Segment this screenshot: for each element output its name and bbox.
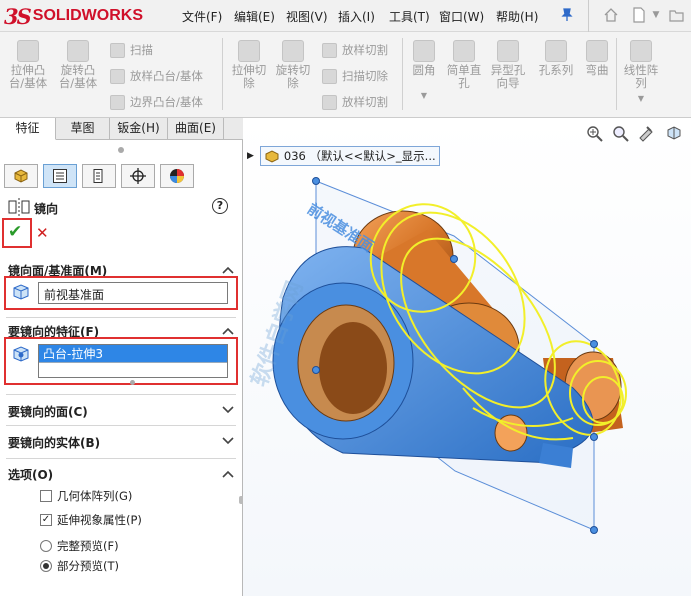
linear-pattern-icon xyxy=(630,40,652,62)
lofted-cut-icon xyxy=(322,42,337,58)
plane-selection-icon xyxy=(13,284,29,300)
configuration-manager-tab[interactable] xyxy=(82,164,116,188)
command-tabs: 特征 草图 钣金(H) 曲面(E) xyxy=(0,118,243,140)
full-preview-option[interactable]: 完整预览(F) xyxy=(40,538,119,554)
extruded-cut-button[interactable]: 拉伸切 除 xyxy=(228,40,270,90)
display-manager-icon xyxy=(170,169,184,183)
help-button[interactable]: ? xyxy=(212,198,228,214)
flex-icon xyxy=(586,40,608,62)
lofted-cut-button[interactable]: 放样切割 xyxy=(322,42,388,58)
chevron-down-icon[interactable] xyxy=(222,437,234,445)
menu-file[interactable]: 文件(F) xyxy=(182,8,222,25)
feature-manager-icon xyxy=(14,169,28,183)
menu-tools[interactable]: 工具(T) xyxy=(389,8,430,25)
swept-cut-button[interactable]: 扫描切除 xyxy=(322,68,388,84)
chevron-up-icon[interactable] xyxy=(222,266,234,274)
revolved-cut-button[interactable]: 旋转切 除 xyxy=(272,40,314,90)
hole-series-icon xyxy=(545,40,567,62)
menu-window[interactable]: 窗口(W) xyxy=(439,8,484,25)
hole-series-button[interactable]: 孔系列 xyxy=(534,40,578,77)
partial-preview-radio[interactable] xyxy=(40,560,52,572)
sweep-icon xyxy=(110,42,125,58)
extruded-boss-button[interactable]: 拉伸凸 台/基体 xyxy=(6,40,50,90)
tab-surfaces[interactable]: 曲面(E) xyxy=(168,118,224,140)
mirror-feature-icon xyxy=(8,198,30,216)
extrude-cut-icon xyxy=(238,40,260,62)
dropdown-arrow-icon[interactable]: ▼ xyxy=(650,4,662,26)
full-preview-radio[interactable] xyxy=(40,540,52,552)
propagate-visual-checkbox[interactable]: ✓ xyxy=(40,514,52,526)
hole-wizard-button[interactable]: 异型孔 向导 xyxy=(488,40,528,90)
dimxpert-icon xyxy=(130,168,146,184)
menu-help[interactable]: 帮助(H) xyxy=(496,8,538,25)
revolve-cut-icon xyxy=(282,40,304,62)
simple-hole-button[interactable]: 简单直 孔 xyxy=(444,40,484,90)
logo-mark: 3S xyxy=(4,3,32,29)
revolved-boss-button[interactable]: 旋转凸 台/基体 xyxy=(56,40,100,90)
property-title: 镜向 xyxy=(34,202,59,216)
ok-button[interactable]: ✔ xyxy=(8,222,22,242)
home-icon[interactable] xyxy=(600,4,622,26)
pin-icon[interactable] xyxy=(556,4,578,26)
chevron-up-icon[interactable] xyxy=(222,470,234,478)
simple-hole-icon xyxy=(453,40,475,62)
menu-view[interactable]: 视图(V) xyxy=(286,8,328,25)
graphics-viewport[interactable]: ▶ 036 （默认<<默认>_显示... 软件自学网 前视基准面 xyxy=(243,118,691,596)
geometry-pattern-option[interactable]: 几何体阵列(G) xyxy=(40,488,132,504)
solidworks-logo[interactable]: 3S SOLIDWORKS xyxy=(4,3,143,29)
boundary-cut-button[interactable]: 放样切割 xyxy=(322,94,388,110)
fillet-icon xyxy=(413,40,435,62)
features-list[interactable]: 凸台-拉伸3 xyxy=(38,344,228,378)
propagate-visual-option[interactable]: ✓ 延伸视象属性(P) xyxy=(40,512,142,528)
fillet-dropdown-icon[interactable]: ▼ xyxy=(406,89,442,102)
partial-preview-option[interactable]: 部分预览(T) xyxy=(40,558,119,574)
list-item[interactable]: 凸台-拉伸3 xyxy=(39,345,227,362)
tab-features[interactable]: 特征 xyxy=(0,118,56,140)
sweep-button[interactable]: 扫描 xyxy=(110,42,153,58)
cancel-button[interactable]: ✕ xyxy=(36,224,49,242)
tab-sheet-metal[interactable]: 钣金(H) xyxy=(110,118,168,140)
feature-manager-tab[interactable] xyxy=(4,164,38,188)
hole-wizard-icon xyxy=(497,40,519,62)
geometry-pattern-checkbox[interactable] xyxy=(40,490,52,502)
panel-splitter-handle[interactable] xyxy=(118,147,124,153)
model-preview: 软件自学网 xyxy=(246,177,627,534)
swept-cut-icon xyxy=(322,68,337,84)
fillet-button[interactable]: 圆角 ▼ xyxy=(406,40,442,102)
logo-text: SOLIDWORKS xyxy=(32,7,143,24)
loft-boss-button[interactable]: 放样凸台/基体 xyxy=(110,68,203,84)
command-manager: 拉伸凸 台/基体 旋转凸 台/基体 扫描 放样凸台/基体 边界凸台/基体 拉伸切… xyxy=(0,32,691,118)
boundary-boss-button[interactable]: 边界凸台/基体 xyxy=(110,94,203,110)
pattern-dropdown-icon[interactable]: ▼ xyxy=(620,92,662,105)
new-doc-icon[interactable] xyxy=(628,4,650,26)
menu-insert[interactable]: 插入(I) xyxy=(338,8,375,25)
tab-sketch[interactable]: 草图 xyxy=(56,118,110,140)
property-manager-panel: 镜向 ? ✔ ✕ 镜向面/基准面(M) 前视基准面 要镜向的特征(F) 凸台-拉… xyxy=(0,140,244,596)
linear-pattern-button[interactable]: 线性阵 列 ▼ xyxy=(620,40,662,105)
faces-to-mirror-header[interactable]: 要镜向的面(C) xyxy=(8,403,88,420)
mirror-plane-field[interactable]: 前视基准面 xyxy=(38,282,228,304)
open-icon[interactable] xyxy=(666,4,688,26)
property-manager-tab[interactable] xyxy=(43,164,77,188)
revolve-boss-icon xyxy=(67,40,89,62)
menu-edit[interactable]: 编辑(E) xyxy=(234,8,275,25)
list-resize-handle[interactable] xyxy=(130,380,135,385)
panel-manager-tabs xyxy=(0,162,243,190)
title-bar: 3S SOLIDWORKS 文件(F) 编辑(E) 视图(V) 插入(I) 工具… xyxy=(0,0,691,32)
flex-button[interactable]: 弯曲 xyxy=(580,40,614,77)
extrude-boss-icon xyxy=(17,40,39,62)
chevron-down-icon[interactable] xyxy=(222,406,234,414)
bodies-to-mirror-header[interactable]: 要镜向的实体(B) xyxy=(8,434,100,451)
display-manager-tab[interactable] xyxy=(160,164,194,188)
options-header[interactable]: 选项(O) xyxy=(8,466,53,483)
loft-boss-icon xyxy=(110,68,125,84)
configuration-manager-icon xyxy=(93,169,103,183)
dimxpert-tab[interactable] xyxy=(121,164,155,188)
chevron-up-icon[interactable] xyxy=(222,327,234,335)
boundary-boss-icon xyxy=(110,94,125,110)
boundary-cut-icon xyxy=(322,94,337,110)
feature-selection-icon xyxy=(13,346,29,362)
property-manager-icon xyxy=(53,169,67,183)
